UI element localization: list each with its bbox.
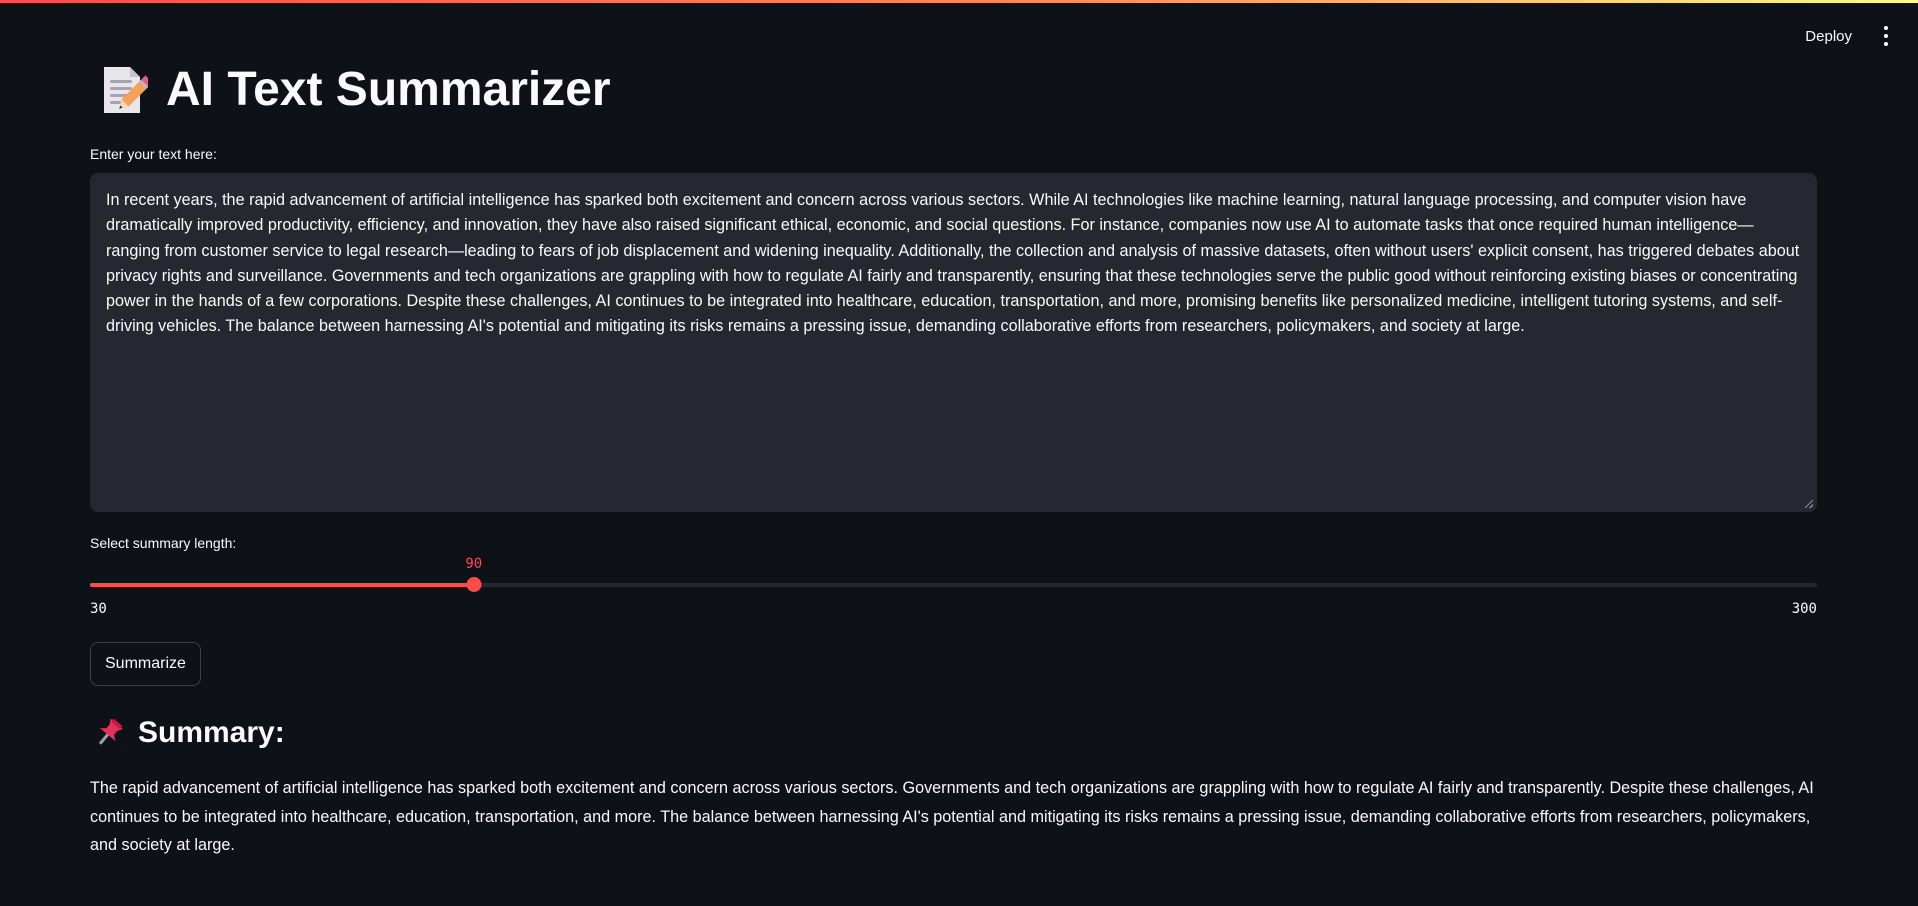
summary-length-slider[interactable] xyxy=(90,577,1817,592)
slider-max-label: 300 xyxy=(1791,601,1817,617)
summarize-button[interactable]: Summarize xyxy=(90,642,201,686)
page-title: AI Text Summarizer xyxy=(100,62,611,117)
app-title: AI Text Summarizer xyxy=(166,63,611,116)
slider-min-label: 30 xyxy=(90,601,107,617)
resize-handle-icon[interactable] xyxy=(1805,500,1813,508)
slider-thumb[interactable] xyxy=(466,577,482,592)
text-input-label: Enter your text here: xyxy=(90,146,217,162)
summary-heading: Summary: xyxy=(92,716,285,750)
vertical-ellipsis-icon[interactable] xyxy=(1876,22,1896,50)
deploy-button[interactable]: Deploy xyxy=(1803,22,1854,51)
summary-output: The rapid advancement of artificial inte… xyxy=(90,779,1814,854)
slider-filled-track xyxy=(90,583,474,587)
text-input-value: In recent years, the rapid advancement o… xyxy=(106,191,1800,336)
summary-title: Summary: xyxy=(138,716,285,749)
app-header: Deploy xyxy=(1803,18,1896,54)
memo-pencil-icon xyxy=(100,64,153,116)
top-decoration-stripe xyxy=(0,0,1918,3)
slider-label: Select summary length: xyxy=(90,535,237,551)
text-input-area[interactable]: In recent years, the rapid advancement o… xyxy=(90,173,1817,512)
slider-current-value: 90 xyxy=(465,556,483,572)
pushpin-icon xyxy=(92,716,126,750)
